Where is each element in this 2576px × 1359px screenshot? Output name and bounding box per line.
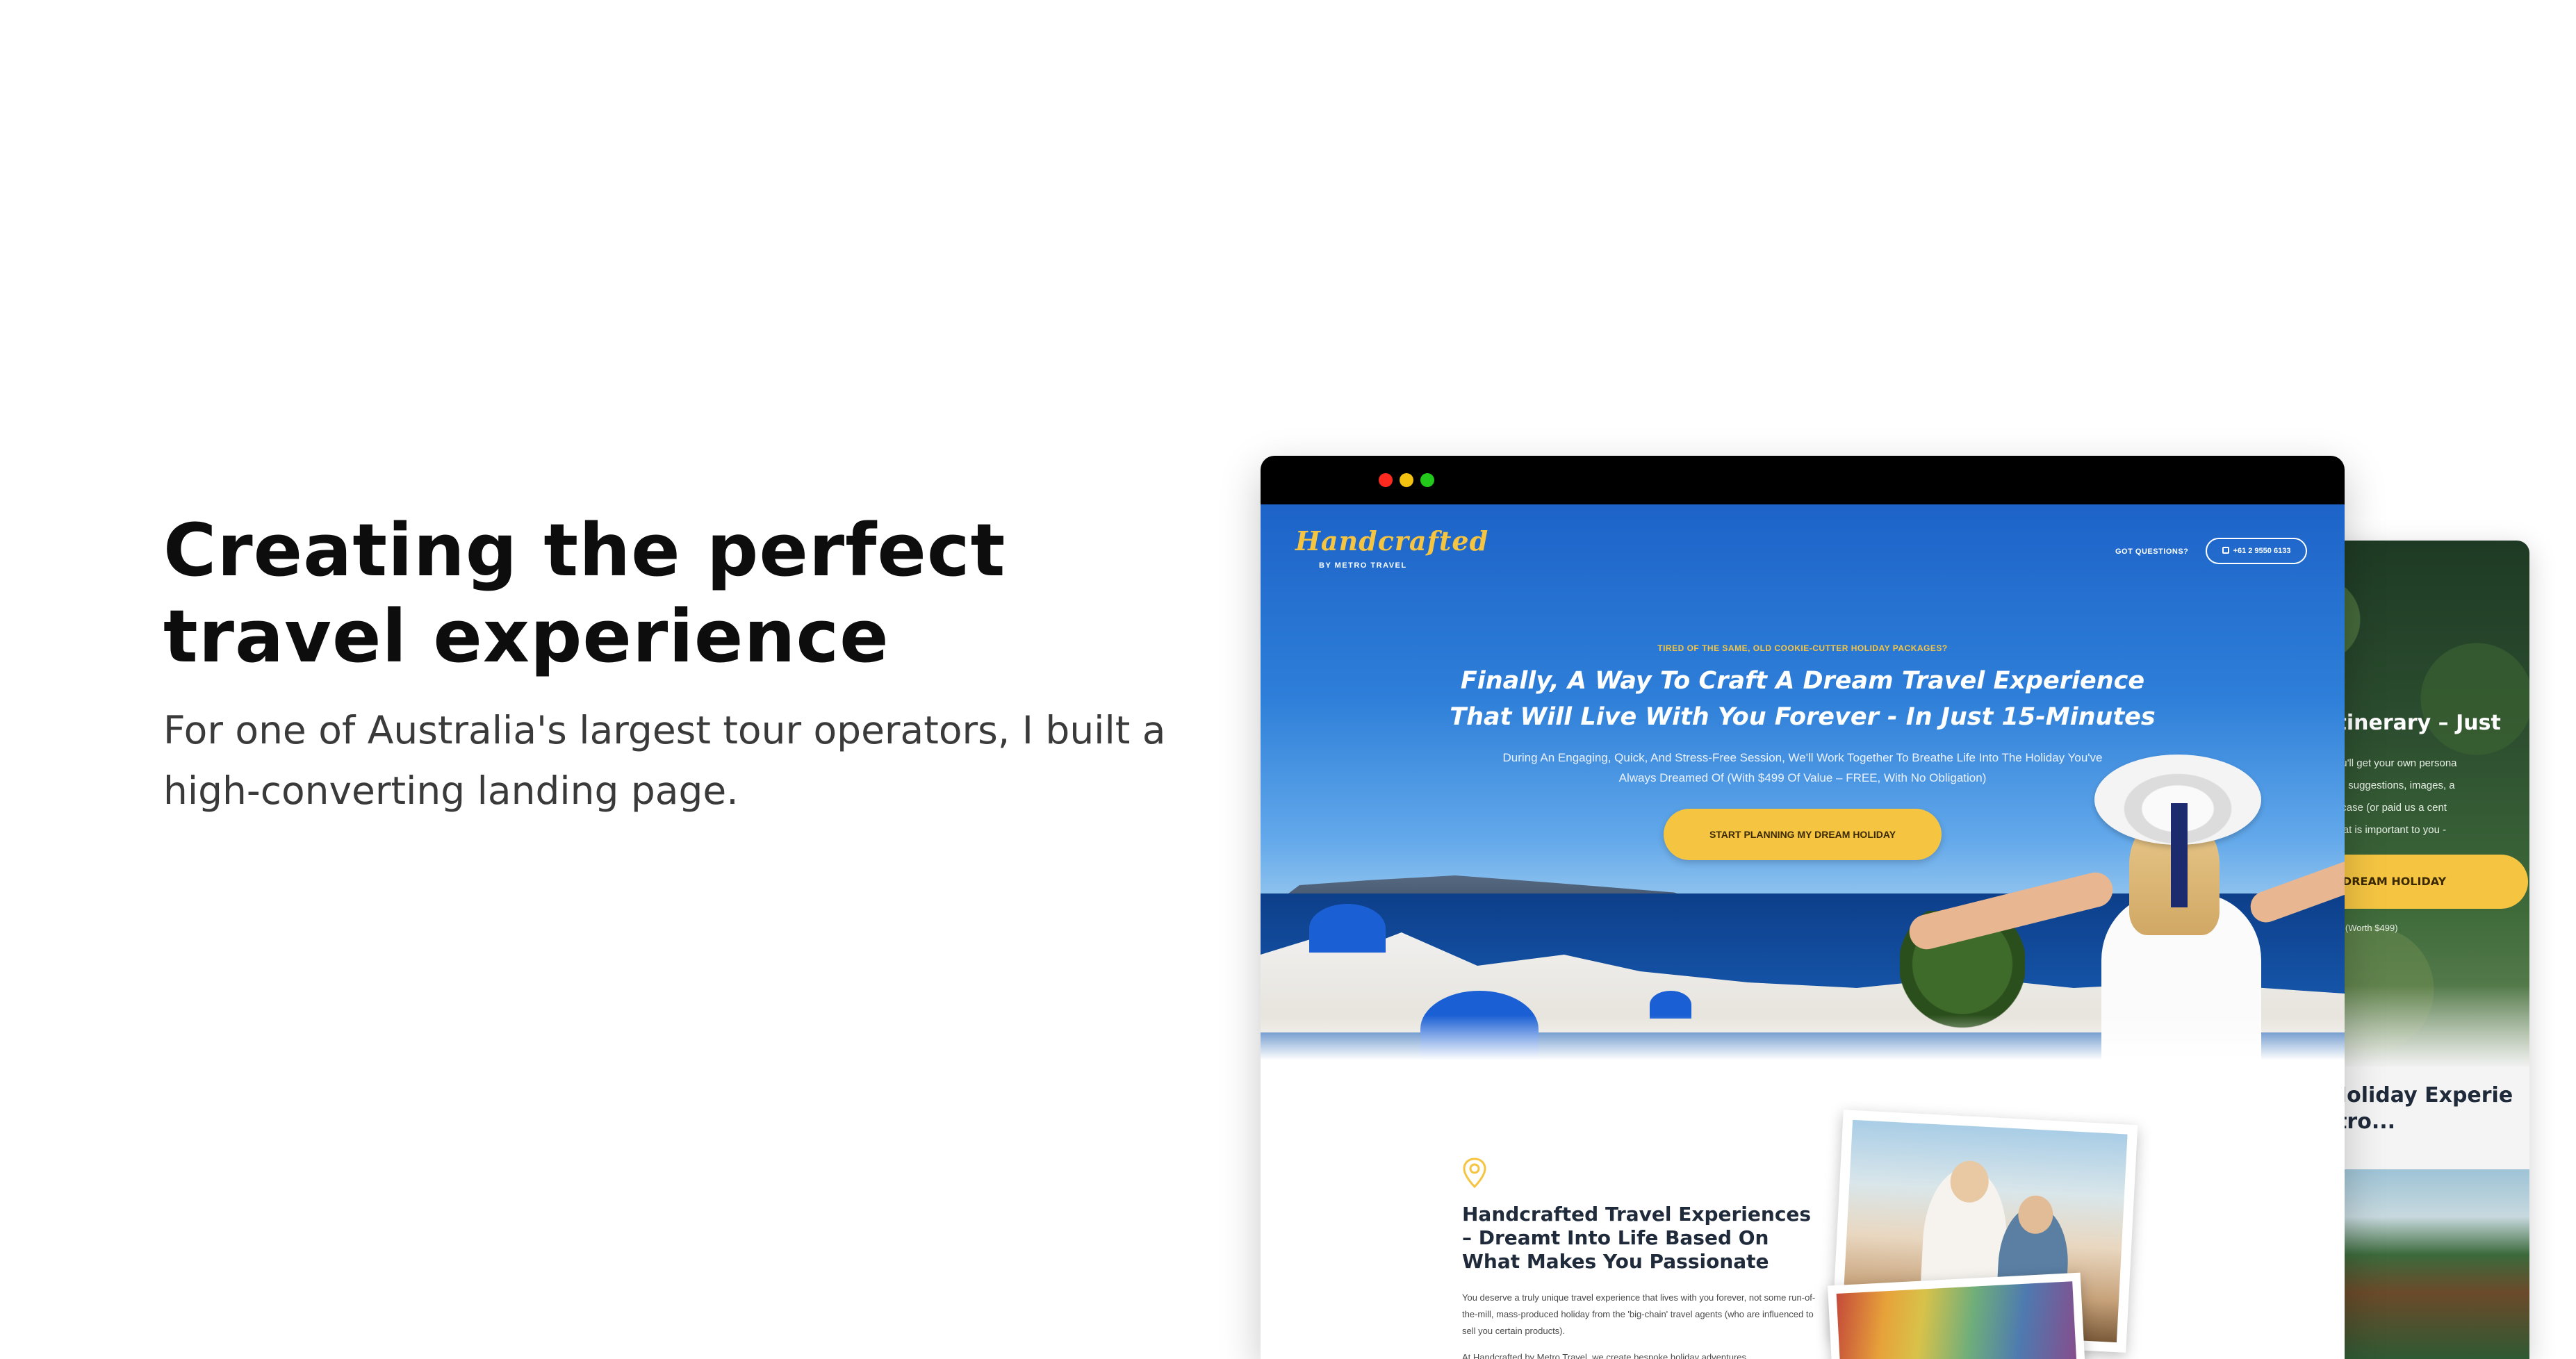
close-window-icon[interactable]	[1379, 473, 1393, 487]
hero-headline-line: That Will Live With You Forever - In Jus…	[1450, 703, 2156, 731]
brand-logo-subtitle: BY METRO TRAVEL	[1319, 561, 1407, 570]
hat-ribbon	[2171, 803, 2188, 907]
got-questions-label: GOT QUESTIONS?	[2115, 547, 2189, 556]
rainbow-mountain-photo	[1828, 1272, 2086, 1359]
page: Creating the perfect travel experience F…	[0, 0, 2576, 1359]
blue-dome	[1650, 991, 1691, 1019]
map-pin-icon	[1463, 1158, 1486, 1188]
hero-headline-line: Finally, A Way To Craft A Dream Travel E…	[1460, 667, 2145, 695]
start-planning-button[interactable]: START PLANNING MY DREAM HOLIDAY	[1664, 809, 1942, 860]
browser-titlebar	[1261, 456, 2345, 504]
phone-icon	[2222, 547, 2229, 554]
hero-subhead: During An Engaging, Quick, And Stress-Fr…	[1502, 751, 2103, 784]
phone-button[interactable]: +61 2 9550 6133	[2206, 538, 2307, 564]
section-title: Handcrafted Travel Experiences – Dreamt …	[1462, 1203, 1812, 1273]
hero-section: Handcrafted BY METRO TRAVEL GOT QUESTION…	[1261, 504, 2345, 1060]
browser-mockup: Handcrafted BY METRO TRAVEL GOT QUESTION…	[1261, 456, 2345, 1359]
intro-section: Creating the perfect travel experience F…	[163, 507, 1178, 821]
section-body: You deserve a truly unique travel experi…	[1462, 1290, 1823, 1359]
phone-number: +61 2 9550 6133	[2233, 547, 2291, 555]
hero-eyebrow: TIRED OF THE SAME, OLD COOKIE-CUTTER HOL…	[1657, 643, 1948, 653]
brand-logo[interactable]: Handcrafted	[1295, 525, 1488, 557]
rainbow-mountain-image	[1836, 1281, 2078, 1359]
hero-traveller-figure	[1905, 755, 2345, 1060]
maximize-window-icon[interactable]	[1420, 473, 1434, 487]
page-title: Creating the perfect travel experience	[163, 508, 1006, 679]
hero-headline: Finally, A Way To Craft A Dream Travel E…	[1261, 663, 2345, 735]
section-paragraph: You deserve a truly unique travel experi…	[1462, 1292, 1816, 1336]
blue-dome	[1309, 904, 1386, 953]
section-paragraph: At Handcrafted by Metro Travel, we creat…	[1462, 1352, 1746, 1359]
page-description: For one of Australia's largest tour oper…	[163, 708, 1166, 813]
hero-fade	[1261, 1015, 2345, 1060]
minimize-window-icon[interactable]	[1400, 473, 1413, 487]
